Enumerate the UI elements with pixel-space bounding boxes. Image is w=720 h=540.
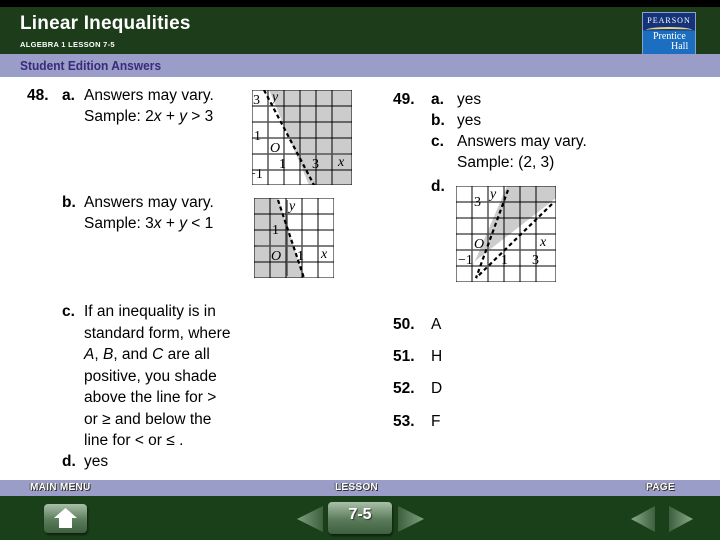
graph-48a-ylabel: y <box>270 90 279 105</box>
graph-48b: y 1 O 1 x <box>254 198 334 278</box>
q48c: c. <box>62 301 75 322</box>
q51-answer: H <box>431 348 443 365</box>
graph-49d-xneg1: −1 <box>458 253 473 268</box>
q53: 53. <box>393 413 415 430</box>
q48b-letter: b. <box>62 194 76 211</box>
q49c-line1: Answers may vary. <box>457 133 587 150</box>
graph-48a-yneg1: −1 <box>252 167 263 182</box>
q49-number: 49. <box>393 91 415 108</box>
graph-49d-xlabel: x <box>539 235 547 250</box>
q48b: b. <box>62 192 76 213</box>
q51: 51. <box>393 348 415 365</box>
lesson-number-button[interactable]: 7-5 <box>328 502 392 534</box>
graph-48b-xlabel: x <box>320 247 328 262</box>
logo-text-pearson: PEARSON <box>647 16 691 25</box>
lesson-number: 7-5 <box>348 506 372 523</box>
graph-48a-x3: 3 <box>312 157 319 172</box>
q48d-letter: d. <box>62 453 76 470</box>
q48c-line2: standard form, where <box>84 324 231 342</box>
q48c-text: If an inequality is in standard form, wh… <box>84 301 230 452</box>
page-prev-button[interactable] <box>631 504 657 534</box>
lesson-prev-button[interactable] <box>297 504 325 534</box>
q49a-letter: a. <box>431 91 444 108</box>
graph-48a-xlabel: x <box>337 155 345 170</box>
page-next-button[interactable] <box>667 504 693 534</box>
q48c-letter: c. <box>62 303 75 320</box>
q52-answer: D <box>431 380 443 397</box>
footer-band: MAIN MENU LESSON PAGE <box>0 480 720 496</box>
q49-answers: yes yes Answers may vary. Sample: (2, 3) <box>457 89 587 173</box>
q48a-sample: Sample: 2x + y > 3 <box>84 108 214 125</box>
q48c-line1: If an inequality is in <box>84 303 216 320</box>
graph-49d-ylabel: y <box>488 187 497 202</box>
q49b-text: yes <box>457 112 482 129</box>
graph-48b-origin: O <box>271 249 281 264</box>
q48a-line1: Answers may vary. <box>84 87 214 104</box>
q49b-letter: b. <box>431 112 445 129</box>
page-title: Linear Inequalities <box>20 13 191 34</box>
graph-48a-origin: O <box>270 141 280 156</box>
page-label: PAGE <box>646 482 675 493</box>
graph-48b-y1: 1 <box>272 223 279 238</box>
graph-49d-origin: O <box>474 237 484 252</box>
q48b-sample: Sample: 3x + y < 1 <box>84 215 214 232</box>
main-menu-label: MAIN MENU <box>30 482 91 493</box>
top-bar <box>0 0 720 7</box>
graph-48a-y3: 3 <box>253 93 260 108</box>
graph-48a: 3 y 1 O 1 3 x −1 <box>252 90 352 185</box>
graph-48b-ylabel: y <box>287 199 296 214</box>
q50-answer: A <box>431 316 442 333</box>
q48c-line5: above the line for > <box>84 389 217 406</box>
q52: 52. <box>393 380 415 397</box>
graph-49d: 3 y O x −1 1 3 <box>456 186 556 282</box>
q49d-letter: d. <box>431 178 445 195</box>
q48c-line6: or ≥ and below the <box>84 410 212 428</box>
graph-48a-x1: 1 <box>279 157 286 172</box>
home-icon <box>54 508 77 528</box>
q48a-letter: a. <box>62 87 75 104</box>
pearson-logo: PEARSON Prentice Hall <box>642 12 696 56</box>
q49a-text: yes <box>457 91 482 108</box>
q49c-letter: c. <box>431 133 444 150</box>
q48b-text: Answers may vary. Sample: 3x + y < 1 <box>84 192 214 234</box>
q48a-text: Answers may vary. Sample: 2x + y > 3 <box>84 85 214 127</box>
graph-48b-shading <box>254 198 304 278</box>
graph-49d-x3: 3 <box>532 253 539 268</box>
q48a: a. <box>62 85 75 106</box>
graph-49d-x1: 1 <box>501 253 508 268</box>
header: Linear Inequalities ALGEBRA 1 LESSON 7-5… <box>0 7 720 56</box>
q53-answer: F <box>431 413 441 430</box>
main-menu-button[interactable] <box>44 504 87 533</box>
q48d-text: yes <box>84 453 109 470</box>
q48-number: 48. <box>27 87 49 104</box>
q48c-line7: line for < or ≤ . <box>84 432 184 449</box>
lesson-next-button[interactable] <box>396 504 424 534</box>
graph-49d-y3: 3 <box>474 195 481 210</box>
lesson-subtitle: ALGEBRA 1 LESSON 7-5 <box>20 40 115 49</box>
graph-48a-y1: 1 <box>254 129 261 144</box>
section-band: Student Edition Answers <box>0 54 720 77</box>
section-label: Student Edition Answers <box>20 58 162 73</box>
lesson-label: LESSON <box>335 482 378 493</box>
q48c-line4: positive, you shade <box>84 367 217 385</box>
logo-text-hall: Hall <box>671 41 689 52</box>
footer-nav: 7-5 <box>0 496 720 540</box>
q48b-line1: Answers may vary. <box>84 194 214 211</box>
q49-letters: a. b. c. <box>431 89 445 152</box>
graph-49d-shading <box>472 186 556 268</box>
q48d: d. <box>62 451 76 472</box>
q48c-line3: A, B, and C are all <box>84 346 210 363</box>
q50: 50. <box>393 316 415 333</box>
q49c-line2: Sample: (2, 3) <box>457 154 555 171</box>
graph-48b-x1: 1 <box>297 249 304 264</box>
